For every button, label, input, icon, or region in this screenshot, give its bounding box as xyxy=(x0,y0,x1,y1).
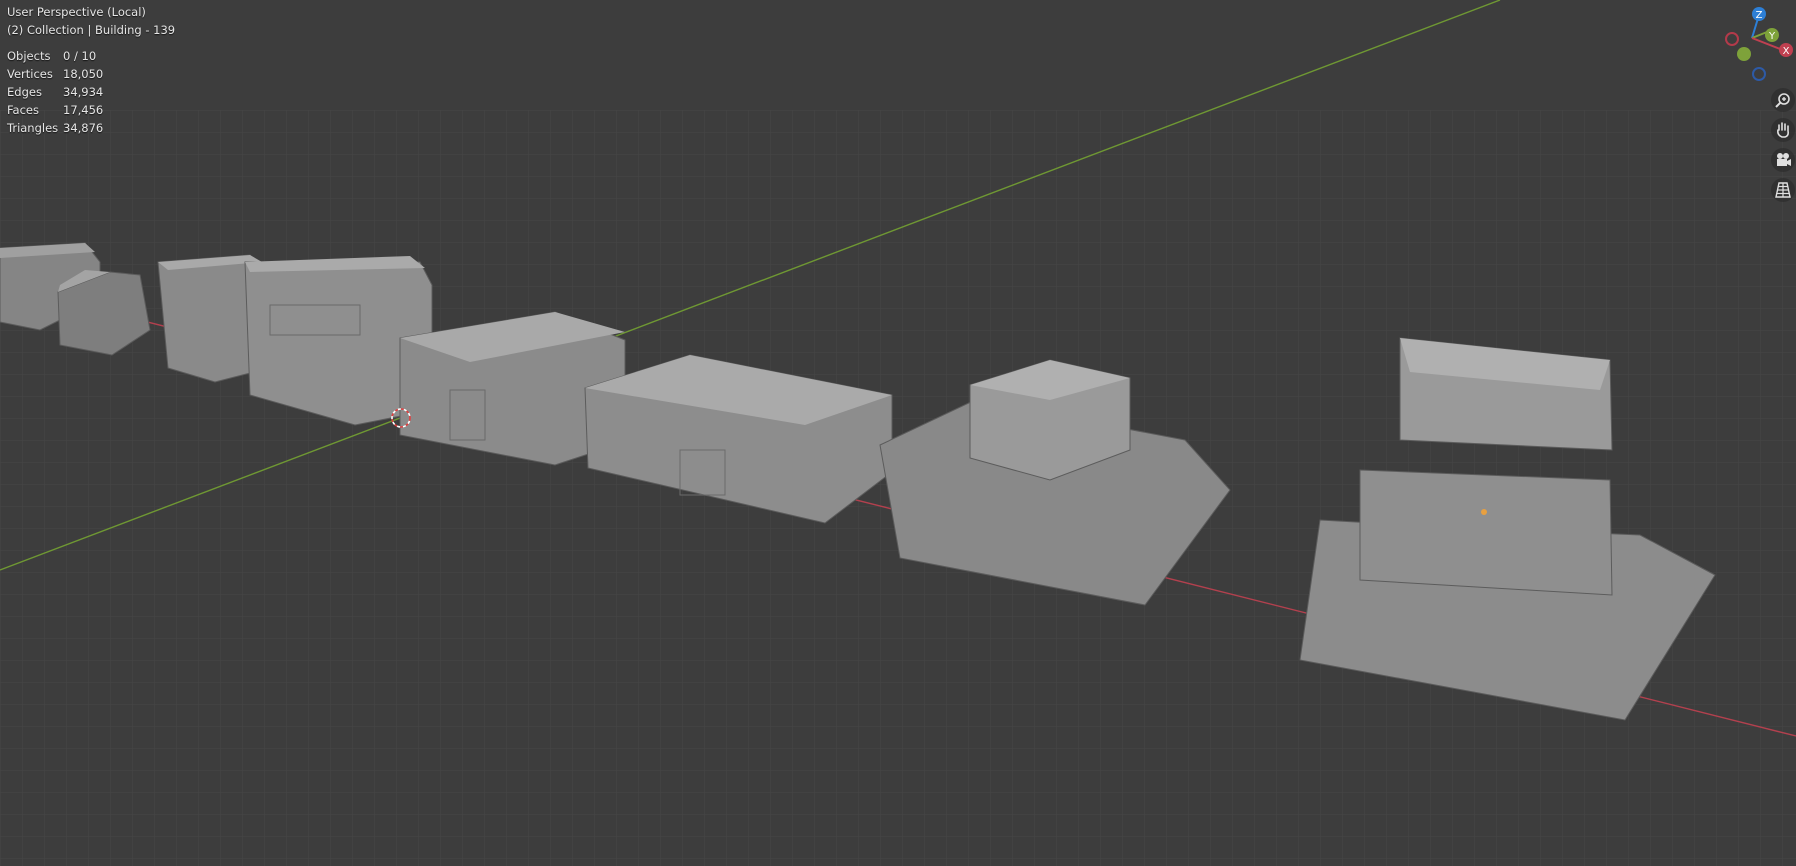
camera-icon xyxy=(1777,153,1791,166)
gizmo-neg-x-axis[interactable] xyxy=(1725,32,1739,46)
stat-value: 34,876 xyxy=(63,121,104,135)
stat-label: Objects xyxy=(7,49,51,63)
gizmo-neg-y-axis[interactable] xyxy=(1737,47,1751,61)
stat-edges: Edges 34,934 xyxy=(7,83,175,101)
stat-value: 0 / 10 xyxy=(63,49,97,63)
view-label: User Perspective (Local) xyxy=(7,5,146,19)
stat-value: 34,934 xyxy=(63,85,104,99)
navigation-gizmo[interactable]: Z Y X xyxy=(1716,4,1796,84)
stat-faces: Faces 17,456 xyxy=(7,101,175,119)
stat-label: Triangles xyxy=(7,121,59,135)
grid-icon xyxy=(1775,182,1791,198)
stat-label: Vertices xyxy=(7,67,53,81)
stat-label: Edges xyxy=(7,85,42,99)
stat-value: 18,050 xyxy=(63,67,104,81)
gizmo-x-label: X xyxy=(1783,46,1790,57)
stat-objects: Objects 0 / 10 xyxy=(7,47,175,65)
stat-label: Faces xyxy=(7,103,39,117)
gizmo-z-label: Z xyxy=(1756,10,1763,21)
collection-label: (2) Collection | Building - 139 xyxy=(7,23,176,37)
object-origin xyxy=(1481,509,1487,515)
stat-triangles: Triangles 34,876 xyxy=(7,119,175,137)
zoom-icon xyxy=(1775,93,1790,108)
3d-viewport[interactable]: User Perspective (Local) (2) Collection … xyxy=(0,0,1796,866)
pan-hand-icon xyxy=(1777,122,1789,138)
camera-view-button[interactable] xyxy=(1771,148,1795,172)
pan-button[interactable] xyxy=(1771,118,1795,142)
perspective-toggle-button[interactable] xyxy=(1771,178,1795,202)
gizmo-neg-z-axis[interactable] xyxy=(1752,67,1766,81)
zoom-button[interactable] xyxy=(1771,88,1795,112)
viewport-scene[interactable] xyxy=(0,0,1796,866)
viewport-overlay: User Perspective (Local) (2) Collection … xyxy=(7,3,175,137)
gizmo-y-label: Y xyxy=(1768,31,1776,42)
stat-vertices: Vertices 18,050 xyxy=(7,65,175,83)
stat-value: 17,456 xyxy=(63,103,104,117)
